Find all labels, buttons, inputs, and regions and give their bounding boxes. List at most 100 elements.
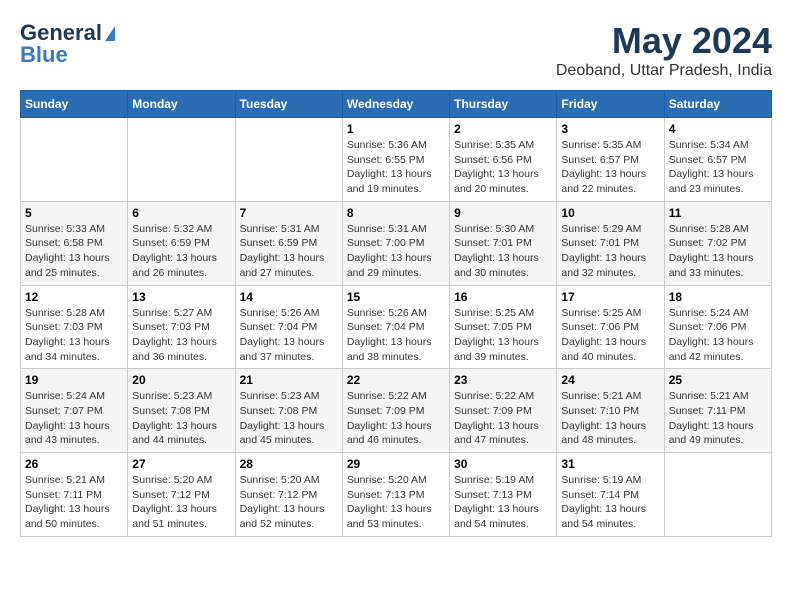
calendar-cell: 1 Sunrise: 5:36 AMSunset: 6:55 PMDaylight… xyxy=(342,118,449,202)
day-number: 28 xyxy=(240,457,338,471)
day-number: 1 xyxy=(347,122,445,136)
day-info: Sunrise: 5:21 AMSunset: 7:11 PMDaylight:… xyxy=(669,389,767,448)
calendar-cell: 19 Sunrise: 5:24 AMSunset: 7:07 PMDayligh… xyxy=(21,369,128,453)
calendar-cell: 2 Sunrise: 5:35 AMSunset: 6:56 PMDaylight… xyxy=(450,118,557,202)
calendar-cell: 18 Sunrise: 5:24 AMSunset: 7:06 PMDayligh… xyxy=(664,285,771,369)
day-number: 3 xyxy=(561,122,659,136)
day-number: 26 xyxy=(25,457,123,471)
day-number: 21 xyxy=(240,373,338,387)
calendar-cell: 15 Sunrise: 5:26 AMSunset: 7:04 PMDayligh… xyxy=(342,285,449,369)
day-info: Sunrise: 5:26 AMSunset: 7:04 PMDaylight:… xyxy=(347,306,445,365)
day-info: Sunrise: 5:34 AMSunset: 6:57 PMDaylight:… xyxy=(669,138,767,197)
day-number: 11 xyxy=(669,206,767,220)
day-info: Sunrise: 5:22 AMSunset: 7:09 PMDaylight:… xyxy=(347,389,445,448)
calendar-cell: 14Sunrise: 5:26 AMSunset: 7:04 PMDayligh… xyxy=(235,285,342,369)
day-of-week-header: Saturday xyxy=(664,91,771,118)
day-info: Sunrise: 5:25 AMSunset: 7:06 PMDaylight:… xyxy=(561,306,659,365)
day-number: 2 xyxy=(454,122,552,136)
calendar-week-row: 5 Sunrise: 5:33 AMSunset: 6:58 PMDaylight… xyxy=(21,201,772,285)
calendar-cell xyxy=(21,118,128,202)
calendar-cell: 9 Sunrise: 5:30 AMSunset: 7:01 PMDaylight… xyxy=(450,201,557,285)
day-number: 22 xyxy=(347,373,445,387)
calendar-table: SundayMondayTuesdayWednesdayThursdayFrid… xyxy=(20,90,772,537)
day-number: 25 xyxy=(669,373,767,387)
day-number: 8 xyxy=(347,206,445,220)
calendar-cell: 4 Sunrise: 5:34 AMSunset: 6:57 PMDaylight… xyxy=(664,118,771,202)
day-number: 19 xyxy=(25,373,123,387)
day-info: Sunrise: 5:21 AMSunset: 7:10 PMDaylight:… xyxy=(561,389,659,448)
calendar-cell: 10Sunrise: 5:29 AMSunset: 7:01 PMDayligh… xyxy=(557,201,664,285)
calendar-cell: 26Sunrise: 5:21 AMSunset: 7:11 PMDayligh… xyxy=(21,453,128,537)
day-info: Sunrise: 5:35 AMSunset: 6:56 PMDaylight:… xyxy=(454,138,552,197)
calendar-cell: 16 Sunrise: 5:25 AMSunset: 7:05 PMDayligh… xyxy=(450,285,557,369)
day-info: Sunrise: 5:33 AMSunset: 6:58 PMDaylight:… xyxy=(25,222,123,281)
day-number: 7 xyxy=(240,206,338,220)
day-number: 24 xyxy=(561,373,659,387)
day-number: 29 xyxy=(347,457,445,471)
day-info: Sunrise: 5:30 AMSunset: 7:01 PMDaylight:… xyxy=(454,222,552,281)
day-info: Sunrise: 5:24 AMSunset: 7:06 PMDaylight:… xyxy=(669,306,767,365)
calendar-cell: 23 Sunrise: 5:22 AMSunset: 7:09 PMDayligh… xyxy=(450,369,557,453)
day-number: 18 xyxy=(669,290,767,304)
logo: General Blue xyxy=(20,20,115,68)
calendar-cell: 21 Sunrise: 5:23 AMSunset: 7:08 PMDayligh… xyxy=(235,369,342,453)
calendar-week-row: 12Sunrise: 5:28 AMSunset: 7:03 PMDayligh… xyxy=(21,285,772,369)
day-number: 30 xyxy=(454,457,552,471)
calendar-header: SundayMondayTuesdayWednesdayThursdayFrid… xyxy=(21,91,772,118)
calendar-body: 1 Sunrise: 5:36 AMSunset: 6:55 PMDaylight… xyxy=(21,118,772,537)
calendar-cell: 24 Sunrise: 5:21 AMSunset: 7:10 PMDayligh… xyxy=(557,369,664,453)
calendar-cell xyxy=(235,118,342,202)
day-info: Sunrise: 5:27 AMSunset: 7:03 PMDaylight:… xyxy=(132,306,230,365)
day-number: 6 xyxy=(132,206,230,220)
logo-triangle-icon xyxy=(105,26,115,41)
day-info: Sunrise: 5:32 AMSunset: 6:59 PMDaylight:… xyxy=(132,222,230,281)
day-info: Sunrise: 5:20 AMSunset: 7:12 PMDaylight:… xyxy=(132,473,230,532)
days-of-week-row: SundayMondayTuesdayWednesdayThursdayFrid… xyxy=(21,91,772,118)
calendar-week-row: 19 Sunrise: 5:24 AMSunset: 7:07 PMDayligh… xyxy=(21,369,772,453)
day-number: 16 xyxy=(454,290,552,304)
day-of-week-header: Monday xyxy=(128,91,235,118)
calendar-cell: 5 Sunrise: 5:33 AMSunset: 6:58 PMDaylight… xyxy=(21,201,128,285)
calendar-cell: 31 Sunrise: 5:19 AMSunset: 7:14 PMDayligh… xyxy=(557,453,664,537)
day-number: 23 xyxy=(454,373,552,387)
day-info: Sunrise: 5:23 AMSunset: 7:08 PMDaylight:… xyxy=(240,389,338,448)
calendar-cell: 13 Sunrise: 5:27 AMSunset: 7:03 PMDayligh… xyxy=(128,285,235,369)
day-info: Sunrise: 5:22 AMSunset: 7:09 PMDaylight:… xyxy=(454,389,552,448)
title-block: May 2024 Deoband, Uttar Pradesh, India xyxy=(556,20,772,80)
day-info: Sunrise: 5:31 AMSunset: 6:59 PMDaylight:… xyxy=(240,222,338,281)
calendar-cell: 6 Sunrise: 5:32 AMSunset: 6:59 PMDaylight… xyxy=(128,201,235,285)
day-of-week-header: Sunday xyxy=(21,91,128,118)
calendar-cell: 20Sunrise: 5:23 AMSunset: 7:08 PMDayligh… xyxy=(128,369,235,453)
calendar-cell: 25 Sunrise: 5:21 AMSunset: 7:11 PMDayligh… xyxy=(664,369,771,453)
calendar-cell: 7 Sunrise: 5:31 AMSunset: 6:59 PMDaylight… xyxy=(235,201,342,285)
page-header: General Blue May 2024 Deoband, Uttar Pra… xyxy=(20,20,772,80)
day-number: 13 xyxy=(132,290,230,304)
day-info: Sunrise: 5:25 AMSunset: 7:05 PMDaylight:… xyxy=(454,306,552,365)
day-info: Sunrise: 5:19 AMSunset: 7:13 PMDaylight:… xyxy=(454,473,552,532)
day-info: Sunrise: 5:20 AMSunset: 7:13 PMDaylight:… xyxy=(347,473,445,532)
day-of-week-header: Friday xyxy=(557,91,664,118)
day-info: Sunrise: 5:24 AMSunset: 7:07 PMDaylight:… xyxy=(25,389,123,448)
calendar-cell: 29 Sunrise: 5:20 AMSunset: 7:13 PMDayligh… xyxy=(342,453,449,537)
day-info: Sunrise: 5:19 AMSunset: 7:14 PMDaylight:… xyxy=(561,473,659,532)
day-number: 9 xyxy=(454,206,552,220)
calendar-cell: 3 Sunrise: 5:35 AMSunset: 6:57 PMDaylight… xyxy=(557,118,664,202)
day-number: 4 xyxy=(669,122,767,136)
day-number: 10 xyxy=(561,206,659,220)
calendar-cell: 22 Sunrise: 5:22 AMSunset: 7:09 PMDayligh… xyxy=(342,369,449,453)
calendar-cell: 11Sunrise: 5:28 AMSunset: 7:02 PMDayligh… xyxy=(664,201,771,285)
day-info: Sunrise: 5:35 AMSunset: 6:57 PMDaylight:… xyxy=(561,138,659,197)
day-number: 17 xyxy=(561,290,659,304)
calendar-cell: 17 Sunrise: 5:25 AMSunset: 7:06 PMDayligh… xyxy=(557,285,664,369)
day-info: Sunrise: 5:20 AMSunset: 7:12 PMDaylight:… xyxy=(240,473,338,532)
calendar-cell xyxy=(128,118,235,202)
day-of-week-header: Tuesday xyxy=(235,91,342,118)
day-number: 15 xyxy=(347,290,445,304)
day-number: 5 xyxy=(25,206,123,220)
day-number: 31 xyxy=(561,457,659,471)
logo-blue: Blue xyxy=(20,42,68,68)
calendar-subtitle: Deoband, Uttar Pradesh, India xyxy=(556,62,772,80)
day-info: Sunrise: 5:36 AMSunset: 6:55 PMDaylight:… xyxy=(347,138,445,197)
calendar-cell: 27Sunrise: 5:20 AMSunset: 7:12 PMDayligh… xyxy=(128,453,235,537)
calendar-week-row: 1 Sunrise: 5:36 AMSunset: 6:55 PMDaylight… xyxy=(21,118,772,202)
